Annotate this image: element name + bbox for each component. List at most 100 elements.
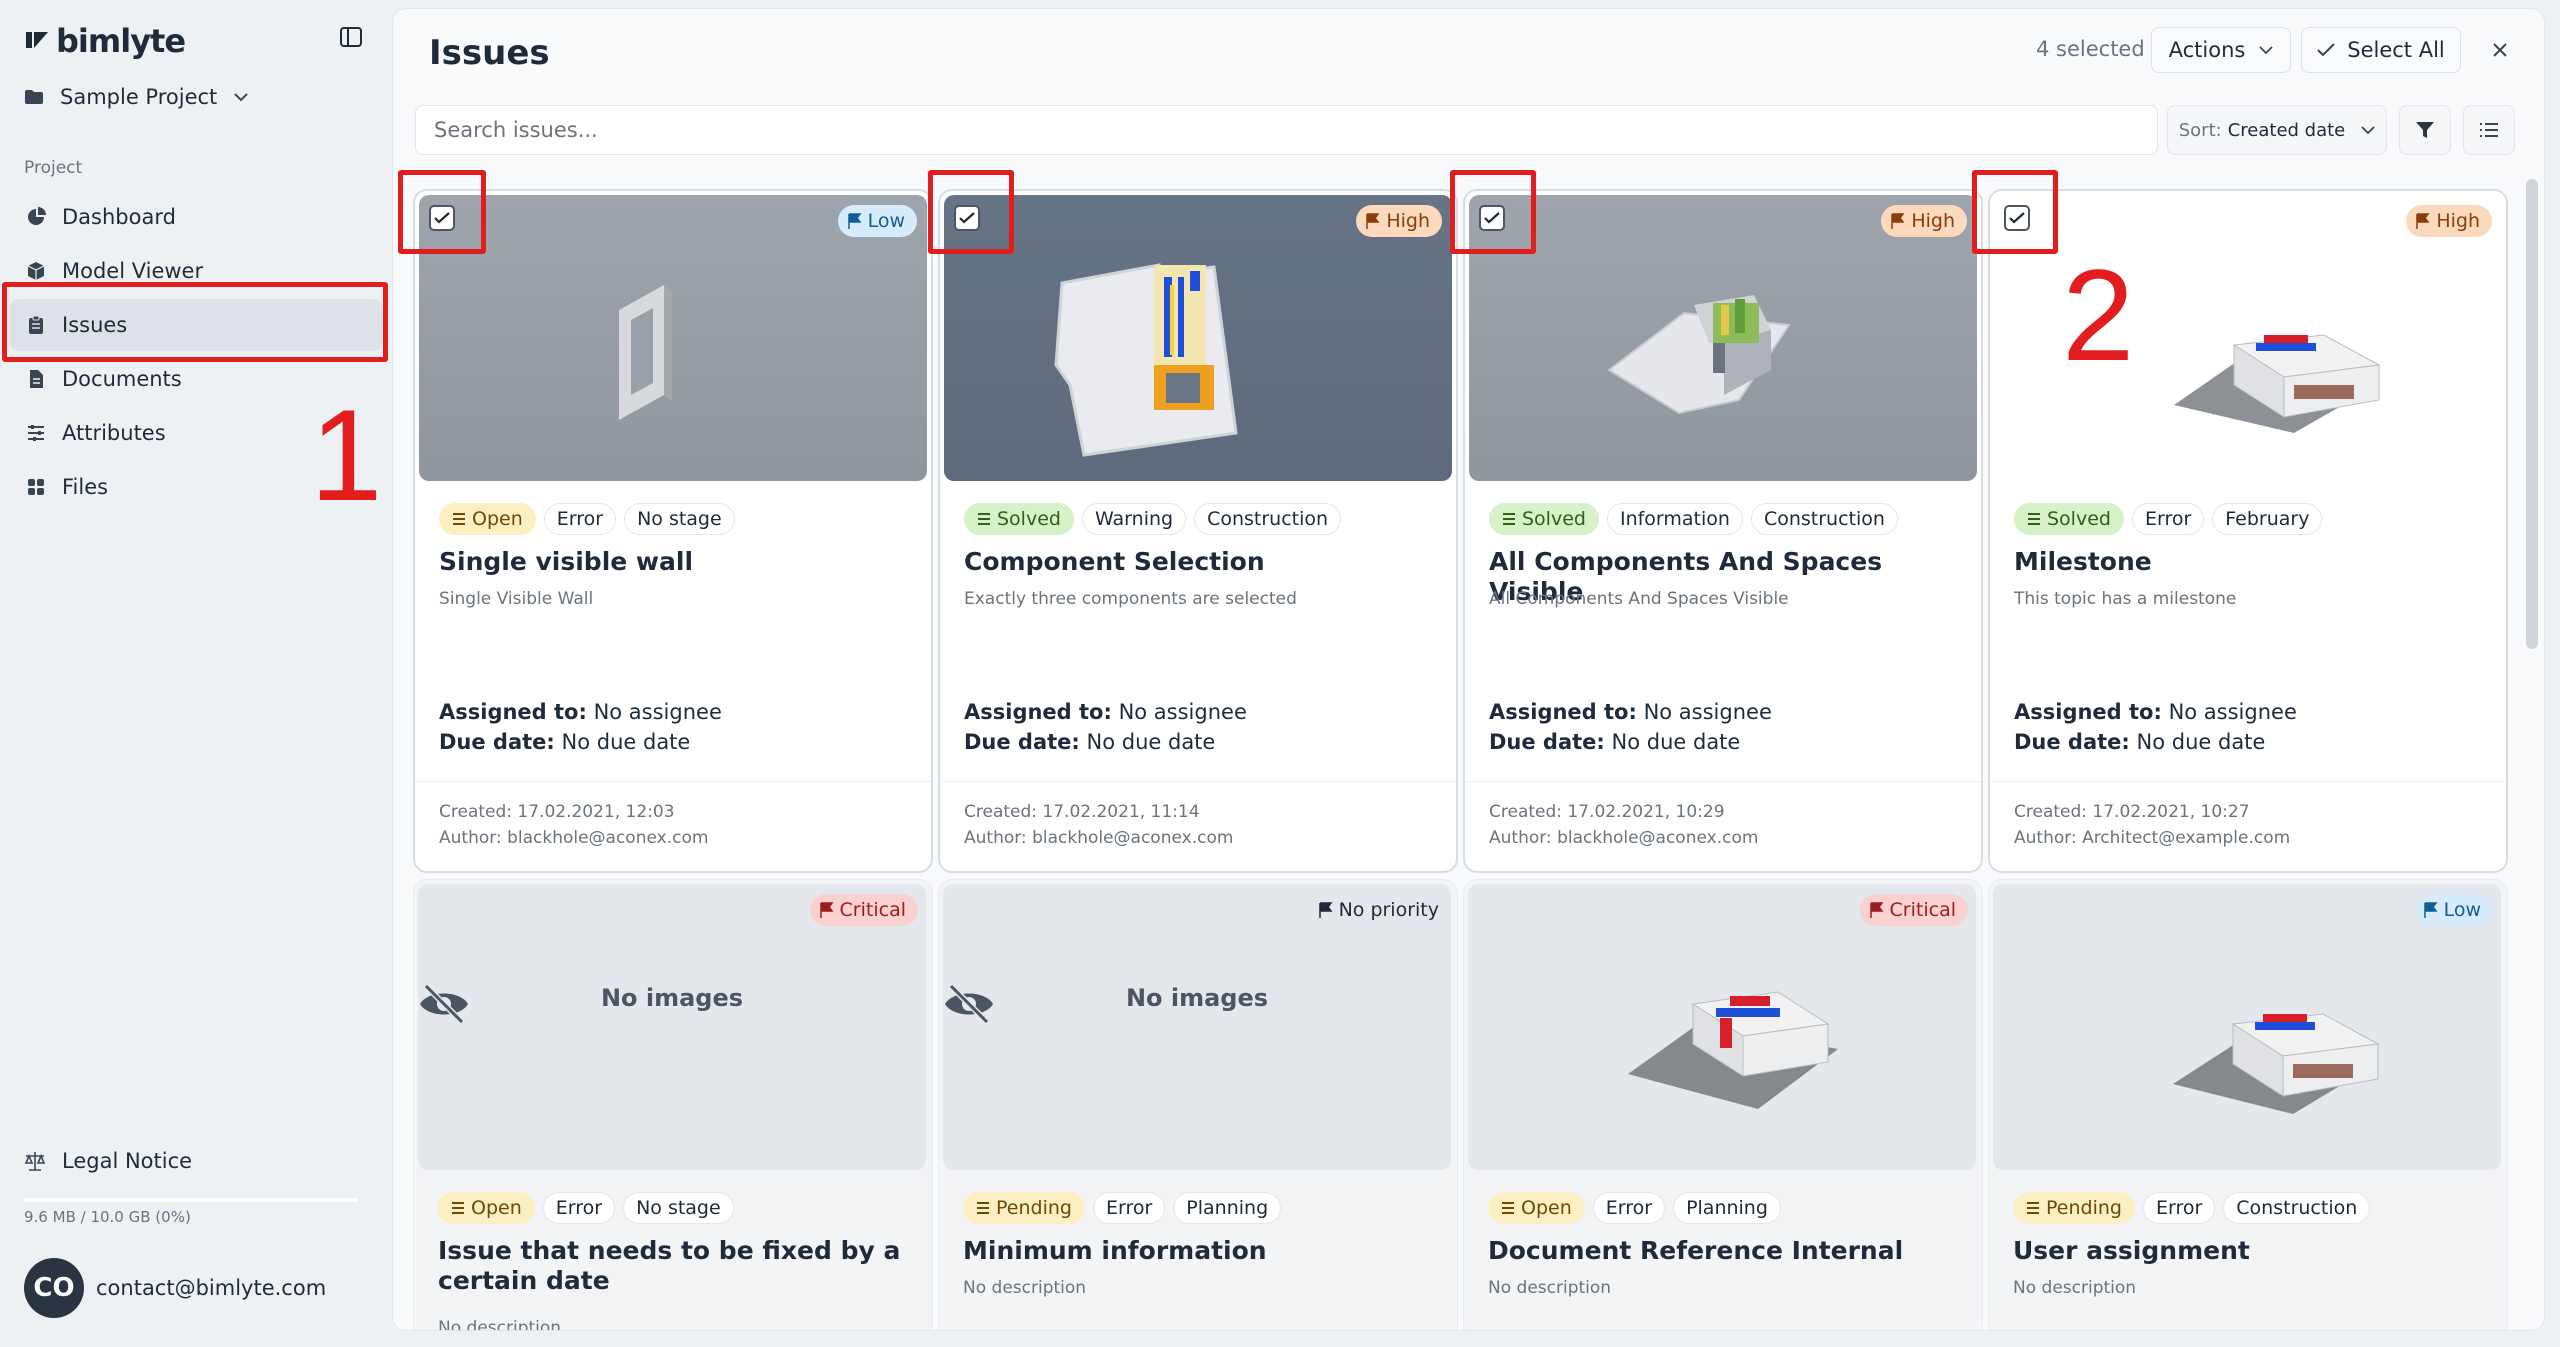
filter-icon	[2416, 122, 2434, 138]
no-images-text: No images	[600, 984, 744, 1012]
issue-meta: Created: 17.02.2021, 10:29 Author: black…	[1489, 799, 1758, 851]
user-menu[interactable]: CO contact@bimlyte.com	[24, 1258, 326, 1318]
issue-card[interactable]: Low Pending Error Construction User assi…	[1988, 879, 2508, 1330]
priority-label: High	[1386, 210, 1430, 232]
sidebar-item-label: Documents	[62, 367, 182, 391]
panel-icon	[340, 27, 362, 47]
close-selection-button[interactable]	[2483, 33, 2517, 67]
tag-row: Open Error No stage	[438, 1192, 734, 1224]
sidebar-item-label: Attributes	[62, 421, 166, 445]
close-icon	[2493, 43, 2507, 57]
status-label: Solved	[2047, 508, 2111, 530]
sort-select[interactable]: Sort: Created date	[2167, 105, 2387, 155]
list-view-button[interactable]	[2463, 105, 2515, 155]
author-text: Author: blackhole@aconex.com	[964, 828, 1234, 848]
select-all-label: Select All	[2347, 38, 2445, 62]
sidebar-item-label: Dashboard	[62, 205, 176, 229]
type-badge: Error	[1592, 1192, 1666, 1224]
actions-label: Actions	[2168, 38, 2246, 62]
flag-icon	[1891, 213, 1905, 229]
flag-icon	[1318, 902, 1333, 918]
model-preview-image	[1054, 263, 1238, 457]
status-badge: Open	[438, 1192, 535, 1224]
created-text: Created: 17.02.2021, 10:29	[1489, 802, 1725, 822]
chevron-down-icon	[234, 93, 248, 102]
due-value: No due date	[2136, 730, 2266, 754]
stage-badge: Construction	[1194, 503, 1342, 535]
tag-row: Solved Information Construction	[1489, 503, 1898, 535]
issue-card[interactable]: High Solved Information Construction All…	[1463, 189, 1983, 873]
project-selector[interactable]: Sample Project	[24, 80, 249, 114]
document-icon	[30, 370, 43, 388]
due-label: Due date:	[439, 730, 555, 754]
model-preview-image	[1607, 295, 1791, 415]
flag-icon	[847, 213, 862, 229]
due-label: Due date:	[2014, 730, 2130, 754]
model-preview-image	[2173, 1013, 2380, 1114]
bimlyte-logo[interactable]: bimlyte	[24, 20, 186, 62]
flag-icon	[2423, 902, 2438, 918]
project-name: Sample Project	[60, 85, 218, 109]
folder-icon	[25, 90, 43, 104]
type-badge: Warning	[1081, 503, 1187, 535]
issue-card[interactable]: No images Critical Open Error No stage I…	[413, 879, 933, 1331]
logo-icon	[26, 32, 48, 48]
author-text: Author: blackhole@aconex.com	[439, 828, 709, 848]
assigned-label: Assigned to:	[964, 700, 1112, 724]
status-label: Open	[1521, 1197, 1572, 1219]
assignment-info: Assigned to: No assignee Due date: No du…	[964, 697, 1247, 757]
type-badge: Error	[542, 1192, 616, 1224]
issue-thumbnail	[1468, 884, 1976, 1170]
actions-button[interactable]: Actions	[2151, 27, 2291, 73]
issue-card[interactable]: No images No priority Pending Error Plan…	[938, 879, 1458, 1330]
issue-description: No description	[963, 1278, 1087, 1298]
issue-card[interactable]: High Solved Warning Construction Compone…	[938, 189, 1458, 873]
assignee-value: No assignee	[1643, 700, 1772, 724]
priority-badge: Critical	[1859, 894, 1968, 926]
storage-text: 9.6 MB / 10.0 GB (0%)	[24, 1208, 191, 1226]
priority-label: Critical	[1889, 899, 1956, 921]
due-label: Due date:	[1489, 730, 1605, 754]
legal-notice-link[interactable]: Legal Notice	[24, 1146, 192, 1176]
filter-button[interactable]	[2399, 105, 2451, 155]
type-badge: Error	[2131, 503, 2205, 535]
stage-badge: No stage	[623, 1192, 734, 1224]
tag-row: Open Error No stage	[439, 503, 735, 535]
assignment-info: Assigned to: No assignee Due date: No du…	[1489, 697, 1772, 757]
issue-description: No description	[438, 1318, 562, 1331]
divider	[415, 781, 931, 782]
select-all-button[interactable]: Select All	[2301, 27, 2461, 73]
issue-description: Single Visible Wall	[439, 589, 594, 609]
sort-label: Sort:	[2178, 119, 2222, 141]
sidebar-collapse-button[interactable]	[336, 22, 366, 52]
sidebar-item-label: Model Viewer	[62, 259, 204, 283]
author-text: Author: blackhole@aconex.com	[1489, 828, 1759, 848]
tag-row: Pending Error Planning	[963, 1192, 1282, 1224]
sidebar: bimlyte Sample Project Project Dashboard…	[0, 0, 392, 1347]
search-input[interactable]	[415, 105, 2158, 155]
issue-card[interactable]: Low Open Error No stage Single visible w…	[413, 189, 933, 873]
sidebar-item-dashboard[interactable]: Dashboard	[10, 191, 382, 243]
issue-card[interactable]: Critical Open Error Planning Document Re…	[1463, 879, 1983, 1330]
due-value: No due date	[1611, 730, 1741, 754]
eye-off-icon	[420, 984, 468, 1024]
issue-description: All Components And Spaces Visible	[1489, 589, 1789, 609]
created-text: Created: 17.02.2021, 10:27	[2014, 802, 2250, 822]
annotation-box-checkbox	[398, 170, 486, 254]
status-badge: Solved	[1489, 503, 1599, 535]
list-icon	[1503, 513, 1515, 525]
issue-title: User assignment	[2013, 1236, 2250, 1265]
legal-notice-label: Legal Notice	[62, 1149, 193, 1173]
scrollbar[interactable]	[2526, 179, 2538, 649]
divider	[1990, 781, 2506, 782]
issue-title: Milestone	[2014, 547, 2152, 576]
priority-badge: Critical	[809, 894, 918, 926]
status-badge: Solved	[2014, 503, 2124, 535]
stage-badge: Planning	[1673, 1192, 1781, 1224]
status-label: Open	[472, 508, 523, 530]
stage-badge: Planning	[1173, 1192, 1282, 1224]
flag-icon	[1366, 213, 1380, 229]
issue-thumbnail	[1993, 884, 2501, 1170]
list-icon	[452, 1202, 464, 1214]
eye-off-icon	[945, 984, 993, 1024]
